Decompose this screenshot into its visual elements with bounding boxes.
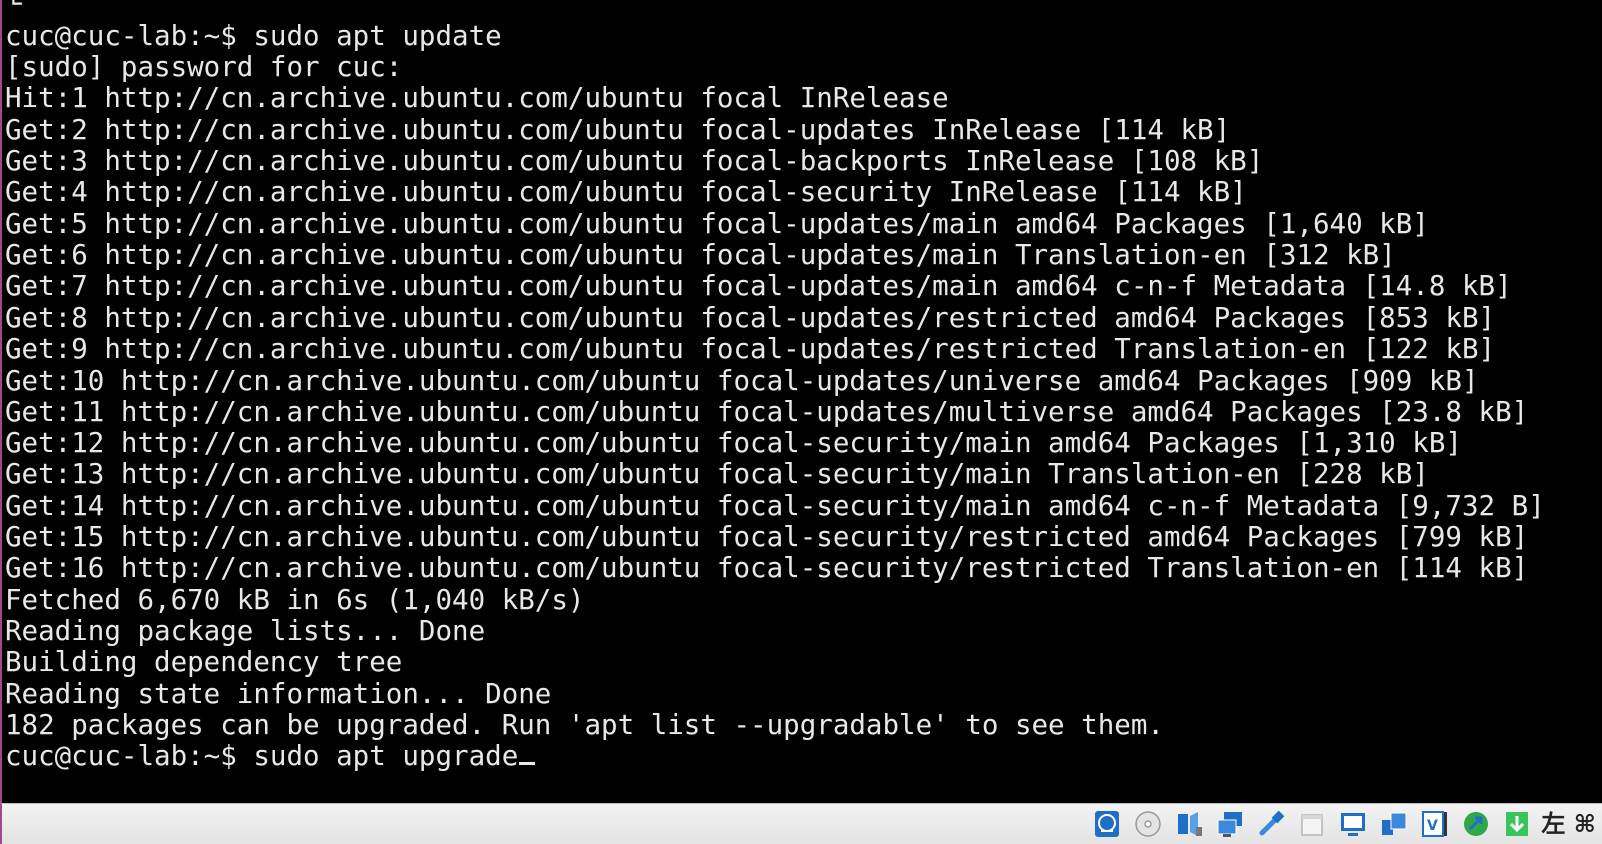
terminal-line: Get:6 http://cn.archive.ubuntu.com/ubunt… — [5, 239, 1396, 271]
display-icon[interactable] — [1336, 808, 1369, 840]
mouse-integration-icon[interactable] — [1459, 808, 1492, 840]
terminal-line: Get:11 http://cn.archive.ubuntu.com/ubun… — [5, 396, 1529, 428]
terminal-prompt-line[interactable]: cuc@cuc-lab:~$ sudo apt upgrade — [5, 740, 536, 772]
terminal-line: cuc@cuc-lab:~$ sudo apt update — [5, 20, 502, 52]
optical-disk-icon[interactable] — [1131, 808, 1164, 840]
terminal-line: Get:9 http://cn.archive.ubuntu.com/ubunt… — [5, 333, 1496, 365]
terminal-line: Get:3 http://cn.archive.ubuntu.com/ubunt… — [5, 145, 1264, 177]
text-cursor — [519, 762, 536, 765]
recording-icon[interactable] — [1377, 808, 1410, 840]
terminal-line: Get:10 http://cn.archive.ubuntu.com/ubun… — [5, 365, 1479, 397]
vm-status-bar: V 左 ⌘ — [0, 803, 1602, 844]
terminal-line: Hit:1 http://cn.archive.ubuntu.com/ubunt… — [5, 82, 949, 114]
host-key-indicator[interactable]: 左 ⌘ — [1541, 808, 1596, 840]
terminal-line: Get:8 http://cn.archive.ubuntu.com/ubunt… — [5, 302, 1496, 334]
terminal-line: Get:7 http://cn.archive.ubuntu.com/ubunt… — [5, 270, 1512, 302]
audio-icon[interactable] — [1172, 808, 1205, 840]
virtualization-icon[interactable]: V — [1418, 808, 1451, 840]
terminal-line: 182 packages can be upgraded. Run 'apt l… — [5, 709, 1164, 741]
terminal-line: Get:16 http://cn.archive.ubuntu.com/ubun… — [5, 552, 1529, 584]
terminal-line: Fetched 6,670 kB in 6s (1,040 kB/s) — [5, 584, 585, 616]
terminal-line: Building dependency tree — [5, 646, 403, 678]
terminal-line: Get:2 http://cn.archive.ubuntu.com/ubunt… — [5, 114, 1231, 146]
svg-text:V: V — [1427, 818, 1438, 834]
shared-folder-icon[interactable] — [1295, 808, 1328, 840]
terminal-screen[interactable]: └ cuc@cuc-lab:~$ sudo apt update [sudo] … — [0, 0, 1602, 803]
terminal-line: Get:12 http://cn.archive.ubuntu.com/ubun… — [5, 427, 1462, 459]
usb-icon[interactable] — [1254, 808, 1287, 840]
terminal-line: Reading state information... Done — [5, 678, 552, 710]
terminal-line: [sudo] password for cuc: — [5, 51, 403, 83]
terminal-line: Get:4 http://cn.archive.ubuntu.com/ubunt… — [5, 176, 1247, 208]
keyboard-capture-icon[interactable] — [1500, 808, 1533, 840]
terminal-line: Reading package lists... Done — [5, 615, 486, 647]
terminal-prompt-text: cuc@cuc-lab:~$ sudo apt upgrade — [5, 740, 519, 772]
terminal-line: Get:13 http://cn.archive.ubuntu.com/ubun… — [5, 458, 1429, 490]
network-globe-icon[interactable] — [1090, 808, 1123, 840]
terminal-line: Get:15 http://cn.archive.ubuntu.com/ubun… — [5, 521, 1529, 553]
terminal-line: Get:5 http://cn.archive.ubuntu.com/ubunt… — [5, 208, 1429, 240]
terminal-line: └ — [5, 0, 22, 20]
network-adapter-icon[interactable] — [1213, 808, 1246, 840]
terminal-line: Get:14 http://cn.archive.ubuntu.com/ubun… — [5, 490, 1545, 522]
